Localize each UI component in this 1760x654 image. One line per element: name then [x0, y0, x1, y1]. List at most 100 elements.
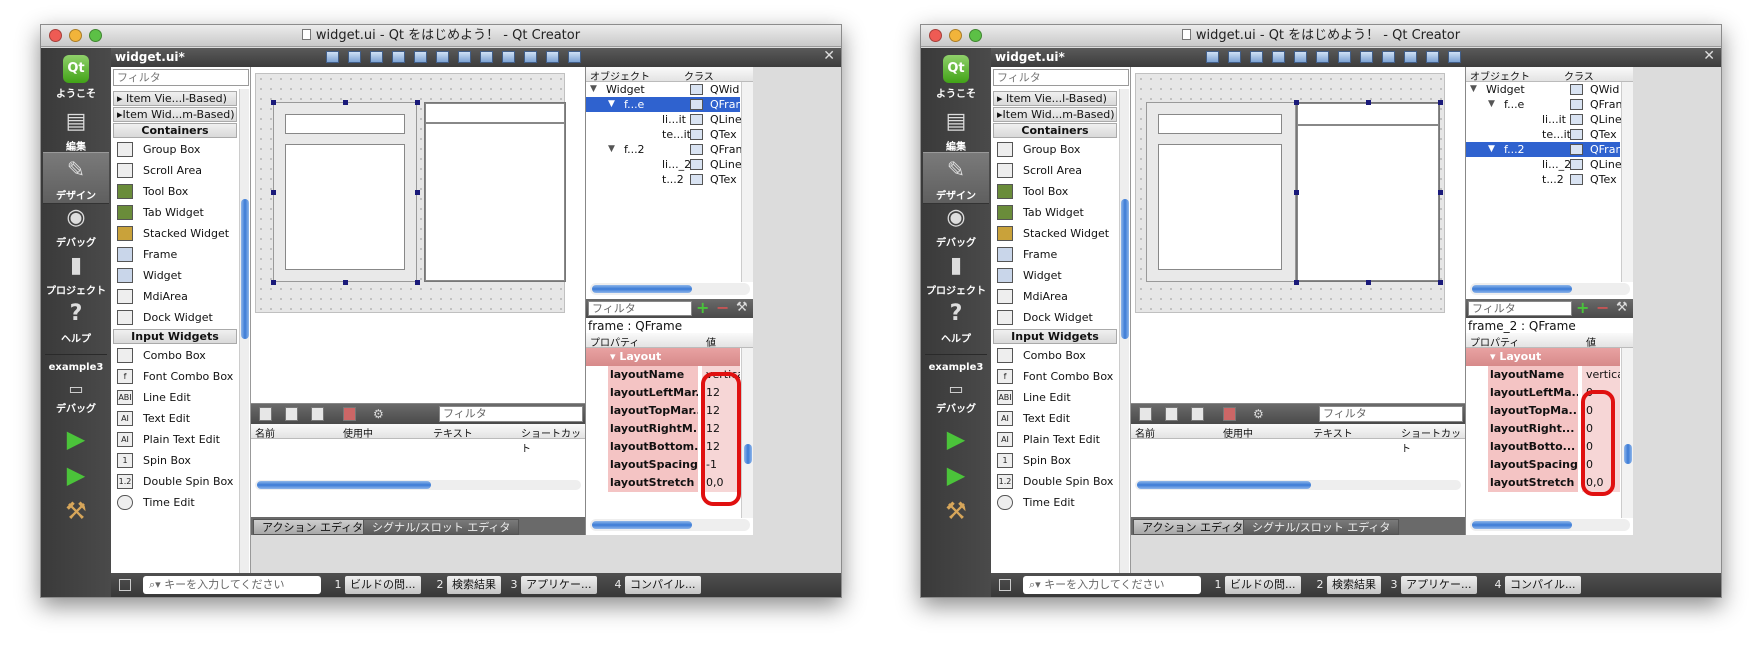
edit-widgets-icon[interactable] [326, 51, 339, 63]
object-tree-row[interactable]: te...it QTex [586, 127, 740, 142]
zoom-window-button[interactable] [969, 29, 982, 42]
widget-font-combo-box[interactable]: f Font Combo Box [113, 366, 237, 387]
output-build-issues[interactable]: 1 ビルドの問... [331, 576, 421, 594]
adjust-size-icon[interactable] [1448, 51, 1461, 63]
widget-frame[interactable]: Frame [113, 244, 237, 265]
widget-box-scrollbar[interactable] [1119, 89, 1129, 573]
layout-form-icon[interactable] [502, 51, 515, 63]
zoom-window-button[interactable] [89, 29, 102, 42]
text-edit[interactable] [1158, 144, 1282, 270]
mode-debug[interactable]: ◉ デバッグ [923, 200, 989, 252]
property-vertical-scrollbar[interactable] [1621, 348, 1633, 518]
selection-handle[interactable] [415, 100, 420, 105]
widget-plain-text-edit[interactable]: AI Plain Text Edit [993, 429, 1117, 450]
mode-welcome[interactable]: Qt ようこそ [923, 52, 989, 104]
widget-filter-input[interactable]: フィルタ [993, 69, 1129, 86]
layout-horizontal-icon[interactable] [414, 51, 427, 63]
frame-2[interactable] [424, 102, 566, 282]
minimize-window-button[interactable] [949, 29, 962, 42]
category-containers[interactable]: Containers [993, 123, 1117, 138]
scrollbar-thumb[interactable] [241, 199, 249, 339]
close-document-icon[interactable]: ✕ [1703, 48, 1715, 64]
layout-h-splitter-icon[interactable] [458, 51, 471, 63]
tab-action-editor[interactable]: アクション エディタ [253, 519, 373, 535]
edit-tab-order-icon[interactable] [1272, 51, 1285, 63]
column-header[interactable]: プロパティ [1470, 334, 1519, 349]
column-header[interactable]: オブジェクト [590, 68, 650, 83]
mode-edit[interactable]: ▤ 編集 [43, 104, 109, 156]
configure-icon[interactable]: ⚙ [1253, 407, 1266, 421]
selection-handle[interactable] [1366, 100, 1371, 105]
edit-signals-icon[interactable] [1228, 51, 1241, 63]
mode-design[interactable]: ✎ デザイン [43, 152, 109, 204]
break-layout-icon[interactable] [546, 51, 559, 63]
selection-handle[interactable] [415, 280, 420, 285]
selection-handle[interactable] [343, 100, 348, 105]
widget-time-edit[interactable]: Time Edit [113, 492, 237, 513]
widget-text-edit[interactable]: AI Text Edit [113, 408, 237, 429]
category-input-widgets[interactable]: Input Widgets [993, 329, 1117, 344]
selection-handle[interactable] [1438, 100, 1443, 105]
object-horizontal-scrollbar[interactable] [590, 283, 750, 295]
object-tree-row[interactable]: te...it QTex [1466, 127, 1620, 142]
widget-scroll-area[interactable]: Scroll Area [993, 160, 1117, 181]
text-edit-2[interactable] [425, 123, 565, 281]
edit-tab-order-icon[interactable] [392, 51, 405, 63]
property-filter-input[interactable]: フィルタ [588, 301, 692, 316]
widget-tab-widget[interactable]: Tab Widget [113, 202, 237, 223]
adjust-size-icon[interactable] [568, 51, 581, 63]
column-header[interactable]: 使用中 [343, 425, 373, 440]
column-header[interactable]: ショートカット [1401, 425, 1465, 455]
object-tree-row[interactable]: li..._2 QLine [1466, 157, 1622, 172]
widget-spin-box[interactable]: 1 Spin Box [113, 450, 237, 471]
object-tree-row[interactable]: li...it QLine [586, 112, 742, 127]
close-window-button[interactable] [49, 29, 62, 42]
widget-combo-box[interactable]: Combo Box [993, 345, 1117, 366]
column-header[interactable]: オブジェクト [1470, 68, 1530, 83]
object-horizontal-scrollbar[interactable] [1470, 283, 1630, 295]
frame[interactable] [1146, 102, 1296, 282]
add-property-icon[interactable]: + [1576, 298, 1589, 317]
object-tree-row[interactable]: ▼ f...e QFran [586, 97, 742, 112]
output-compile[interactable]: 4 コンパイル... [611, 576, 701, 594]
locator-search-input[interactable]: ⌕▾ キーを入力してください [1023, 576, 1201, 594]
build-hammer-icon[interactable]: ⚒ [63, 496, 89, 526]
widget-time-edit[interactable]: Time Edit [993, 492, 1117, 513]
frame-2[interactable] [1296, 102, 1440, 282]
new-action-icon[interactable] [1139, 407, 1152, 421]
property-vertical-scrollbar[interactable] [741, 348, 753, 518]
category-item-widgets[interactable]: ▸Item Wid...m-Based) [113, 107, 237, 122]
object-tree-row[interactable]: ▼ Widget QWid [1466, 82, 1620, 97]
column-header[interactable]: 名前 [255, 425, 275, 440]
column-header[interactable]: プロパティ [590, 334, 639, 349]
new-action-icon[interactable] [259, 407, 272, 421]
widget-spin-box[interactable]: 1 Spin Box [993, 450, 1117, 471]
object-tree-row[interactable]: ▼ f...2 QFran [1466, 142, 1622, 157]
copy-icon[interactable] [1165, 407, 1178, 421]
object-tree-row[interactable]: ▼ Widget QWid [586, 82, 740, 97]
action-filter-input[interactable]: フィルタ [1319, 406, 1463, 422]
line-edit[interactable] [285, 114, 405, 134]
widget-mdiarea[interactable]: MdiArea [113, 286, 237, 307]
run-icon[interactable]: ▶ [63, 424, 89, 454]
category-item-views[interactable]: ▸ Item Vie...l-Based) [113, 91, 237, 106]
break-layout-icon[interactable] [1426, 51, 1439, 63]
output-build-issues[interactable]: 1 ビルドの問... [1211, 576, 1301, 594]
selection-handle[interactable] [1294, 190, 1299, 195]
output-compile[interactable]: 4 コンパイル... [1491, 576, 1581, 594]
action-horizontal-scrollbar[interactable] [255, 480, 581, 490]
scrollbar-thumb[interactable] [257, 481, 431, 489]
category-item-views[interactable]: ▸ Item Vie...l-Based) [993, 91, 1117, 106]
widget-widget[interactable]: Widget [993, 265, 1117, 286]
toggle-sidebar-icon[interactable] [119, 579, 131, 591]
edit-buddies-icon[interactable] [370, 51, 383, 63]
edit-signals-icon[interactable] [348, 51, 361, 63]
object-tree-row[interactable]: li..._2 QLine [586, 157, 742, 172]
output-search-results[interactable]: 2 検索結果 [1313, 576, 1381, 594]
tab-signal-slot-editor[interactable]: シグナル/スロット エディタ [363, 519, 520, 535]
scrollbar-thumb[interactable] [592, 285, 692, 293]
category-item-widgets[interactable]: ▸Item Wid...m-Based) [993, 107, 1117, 122]
output-search-results[interactable]: 2 検索結果 [433, 576, 501, 594]
object-tree-row[interactable]: t...2 QTex [1466, 172, 1620, 187]
layout-h-splitter-icon[interactable] [1338, 51, 1351, 63]
